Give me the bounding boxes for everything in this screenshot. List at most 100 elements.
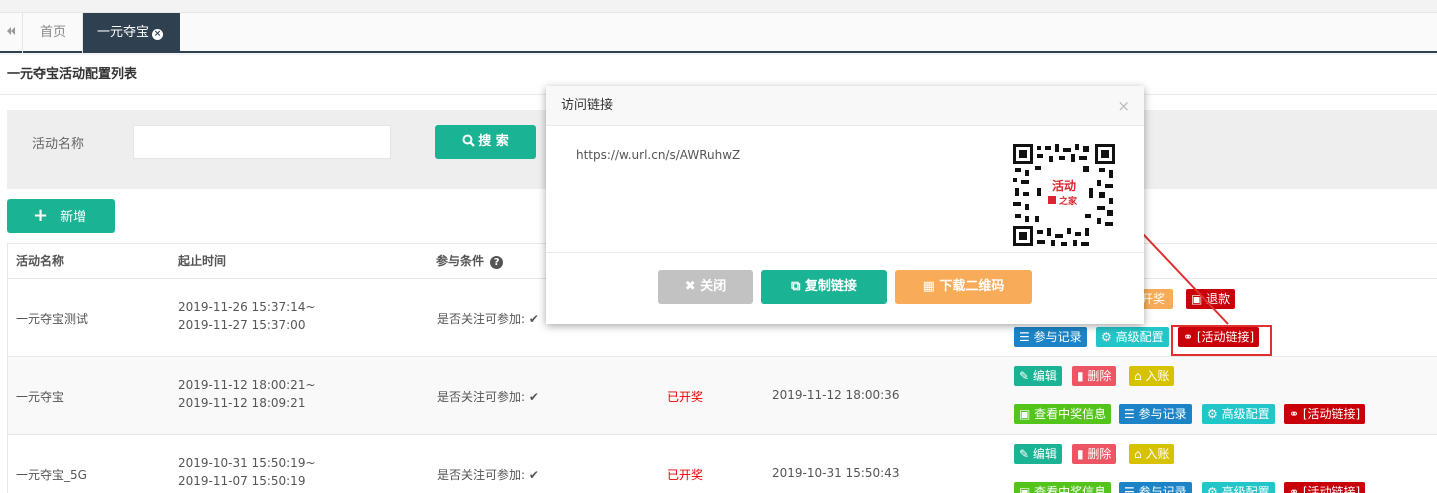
- download-qr-button[interactable]: ▦ 下载二维码: [895, 270, 1032, 304]
- qr-logo-line1: 活动: [1052, 178, 1076, 193]
- condition: 是否关注可参加: ✔: [437, 388, 539, 405]
- start-time: 2019-10-31 15:50:19~: [178, 456, 316, 470]
- search-icon: [462, 134, 476, 147]
- qr-logo-line2: 之家: [1059, 195, 1078, 206]
- condition-label: 是否关注可参加:: [437, 312, 526, 326]
- modal-footer: ✖ 关闭 ⧉ 复制链接 ▦ 下载二维码: [546, 252, 1144, 324]
- account-button[interactable]: ⌂ 入账: [1129, 444, 1175, 464]
- activity-link-button-label: [活动链接]: [1302, 485, 1361, 493]
- add-button[interactable]: + 新增: [7, 199, 115, 233]
- tab-label: 一元夺宝: [97, 25, 150, 40]
- check-icon: ✔: [528, 468, 539, 482]
- search-button-label: 搜 索: [478, 134, 509, 149]
- start-time: 2019-11-26 15:37:14~: [178, 300, 316, 314]
- bank-icon: ⌂: [1134, 369, 1146, 383]
- end-time: 2019-11-27 15:37:00: [178, 318, 306, 332]
- close-x-icon: ✖: [684, 279, 701, 294]
- start-time: 2019-11-12 18:00:21~: [178, 378, 316, 392]
- account-button[interactable]: ⌂ 入账: [1129, 366, 1175, 386]
- help-icon[interactable]: ?: [490, 256, 504, 269]
- advanced-config-button-label: 高级配置: [1115, 330, 1164, 344]
- participation-record-button-label: 参与记录: [1033, 330, 1082, 344]
- end-time: 2019-11-12 18:09:21: [178, 396, 306, 410]
- edit-icon: ✎: [1019, 369, 1033, 383]
- account-button-label: 入账: [1145, 369, 1170, 383]
- link-icon: ⚭: [1289, 407, 1303, 421]
- column-header-time: 起止时间: [178, 254, 227, 268]
- list-icon: ☰: [1019, 330, 1034, 344]
- double-chevron-left-icon[interactable]: [0, 13, 23, 53]
- edit-button-label: 编辑: [1032, 447, 1057, 461]
- delete-button-label: 删除: [1087, 447, 1112, 461]
- activity-name: 一元夺宝: [16, 390, 65, 404]
- gears-icon: ⚙: [1101, 330, 1116, 344]
- trash-icon: ▮: [1077, 369, 1088, 383]
- copy-link-button[interactable]: ⧉ 复制链接: [761, 270, 887, 304]
- view-winner-button[interactable]: ▣ 查看中奖信息: [1014, 482, 1112, 493]
- activity-name: 一元夺宝_5G: [16, 468, 87, 482]
- activity-link-button[interactable]: ⚭ [活动链接]: [1284, 482, 1366, 493]
- advanced-config-button-label: 高级配置: [1221, 485, 1270, 493]
- qr-small-icon: ▦: [922, 279, 940, 294]
- tab-yiyuan-duobao[interactable]: 一元夺宝 ×: [83, 13, 180, 53]
- condition-label: 是否关注可参加:: [437, 468, 526, 482]
- column-header-condition-label: 参与条件: [436, 254, 485, 268]
- close-button-label: 关闭: [700, 279, 727, 294]
- draw-time: 2019-10-31 15:50:43: [772, 466, 900, 480]
- tab-bar: 首页 一元夺宝 ×: [0, 13, 1437, 53]
- table-row: 一元夺宝_5G 2019-10-31 15:50:19~ 2019-11-07 …: [7, 435, 1437, 493]
- qr-code-icon: 活动 之家: [1013, 144, 1115, 246]
- search-button[interactable]: 搜 索: [435, 125, 536, 159]
- close-icon[interactable]: ×: [1117, 86, 1130, 126]
- advanced-config-button[interactable]: ⚙ 高级配置: [1202, 482, 1275, 493]
- top-strip: [0, 0, 1437, 13]
- draw-time: 2019-11-12 18:00:36: [772, 388, 900, 402]
- search-label: 活动名称: [32, 137, 85, 152]
- participation-record-button[interactable]: ☰ 参与记录: [1014, 327, 1087, 347]
- list-icon: ☰: [1124, 485, 1139, 493]
- view-winner-button-label: 查看中奖信息: [1034, 407, 1107, 421]
- advanced-config-button[interactable]: ⚙ 高级配置: [1202, 404, 1275, 424]
- search-input[interactable]: [133, 125, 391, 159]
- gears-icon: ⚙: [1207, 407, 1222, 421]
- close-button[interactable]: ✖ 关闭: [658, 270, 753, 304]
- activity-link-button-label: [活动链接]: [1302, 407, 1361, 421]
- delete-button-label: 删除: [1087, 369, 1112, 383]
- modal-header: 访问链接 ×: [546, 86, 1144, 126]
- condition: 是否关注可参加: ✔: [437, 466, 539, 483]
- status-text: 已开奖: [667, 390, 704, 404]
- add-button-label: 新增: [60, 210, 87, 225]
- status-text: 已开奖: [667, 468, 704, 482]
- modal-title: 访问链接: [561, 98, 614, 113]
- copy-icon: ⧉: [791, 279, 805, 294]
- participation-record-button-label: 参与记录: [1138, 407, 1187, 421]
- delete-button[interactable]: ▮ 删除: [1072, 366, 1117, 386]
- copy-link-button-label: 复制链接: [804, 279, 857, 294]
- gift-icon: ▣: [1019, 485, 1035, 493]
- edit-button[interactable]: ✎ 编辑: [1014, 444, 1062, 464]
- advanced-config-button[interactable]: ⚙ 高级配置: [1096, 327, 1169, 347]
- participation-record-button[interactable]: ☰ 参与记录: [1119, 404, 1192, 424]
- participation-record-button[interactable]: ☰ 参与记录: [1119, 482, 1192, 493]
- edit-button[interactable]: ✎ 编辑: [1014, 366, 1062, 386]
- download-qr-button-label: 下载二维码: [939, 279, 1005, 294]
- participation-record-button-label: 参与记录: [1138, 485, 1187, 493]
- end-time: 2019-11-07 15:50:19: [178, 474, 306, 488]
- delete-button[interactable]: ▮ 删除: [1072, 444, 1117, 464]
- link-icon: ⚭: [1289, 485, 1303, 493]
- column-header-condition: 参与条件 ?: [436, 244, 504, 278]
- close-icon[interactable]: ×: [152, 29, 164, 40]
- view-winner-button[interactable]: ▣ 查看中奖信息: [1014, 404, 1112, 424]
- list-icon: ☰: [1124, 407, 1139, 421]
- activity-link-button[interactable]: ⚭ [活动链接]: [1284, 404, 1366, 424]
- check-icon: ✔: [528, 312, 539, 326]
- tab-home[interactable]: 首页: [24, 13, 83, 53]
- link-url: https://w.url.cn/s/AWRuhwZ: [576, 148, 741, 162]
- edit-icon: ✎: [1019, 447, 1033, 461]
- access-link-modal: 访问链接 × https://w.url.cn/s/AWRuhwZ 活动 之家: [546, 86, 1144, 324]
- table-row: 一元夺宝 2019-11-12 18:00:21~ 2019-11-12 18:…: [7, 357, 1437, 435]
- activity-name: 一元夺宝测试: [16, 312, 89, 326]
- check-icon: ✔: [528, 390, 539, 404]
- gears-icon: ⚙: [1207, 485, 1222, 493]
- account-button-label: 入账: [1145, 447, 1170, 461]
